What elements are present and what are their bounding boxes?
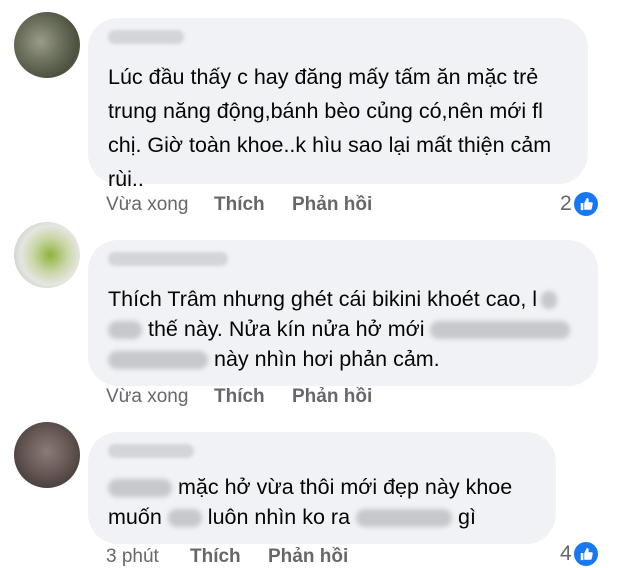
like-thumb-icon [573,542,598,566]
like-button[interactable]: Thích [214,194,265,216]
comment-text-segment: gì [458,505,476,529]
redacted-text [541,291,558,310]
comment-timestamp[interactable]: Vừa xong [106,386,188,408]
like-button[interactable]: Thích [214,386,265,408]
comment-author-name[interactable] [108,444,194,458]
comment-text-line: này nhìn hơi phản cảm. [108,344,440,374]
avatar[interactable] [14,422,80,488]
comment-text-segment: Thích Trâm nhưng ghét cái bikini khoét c… [108,287,538,311]
reaction-count[interactable]: 4 [560,542,598,566]
avatar[interactable] [14,12,80,78]
comment-text-line: mặc hở vừa thôi mới đẹp này khoe [108,472,512,502]
like-button[interactable]: Thích [190,546,241,568]
comment-text-segment: muốn [108,505,162,529]
redacted-text [430,321,571,340]
comment-text-line: Lúc đầu thấy c hay đăng mấy tấm ăn mặc t… [108,65,539,89]
redacted-text [108,321,142,340]
comment-bubble: Thích Trâm nhưng ghét cái bikini khoét c… [88,240,598,386]
comment-text-segment: thế này. Nửa kín nửa hở mới [148,317,425,341]
comment-text-segment: này nhìn hơi phản cảm. [214,347,440,371]
comment-text-line: rùi.. [108,167,144,191]
comment-text-line: trung năng động,bánh bèo củng có,nên mới… [108,99,543,123]
comment-text-segment: luôn nhìn ko ra [207,505,351,529]
comment-text-line: Thích Trâm nhưng ghét cái bikini khoét c… [108,284,558,314]
reaction-count-number: 2 [560,192,572,215]
reply-button[interactable]: Phản hồi [292,386,372,408]
comment-author-name[interactable] [108,252,228,266]
like-thumb-icon [573,192,598,216]
avatar[interactable] [14,222,80,288]
comment-text-line: muốn luôn nhìn ko ra gì [108,502,476,532]
comment-author-name[interactable] [108,30,184,44]
comment-text-line: chị. Giờ toàn khoe..k hìu sao lại mất th… [108,133,552,157]
comment-bubble: Lúc đầu thấy c hay đăng mấy tấm ăn mặc t… [88,18,588,191]
comment-timestamp[interactable]: Vừa xong [106,194,188,216]
redacted-text [108,479,172,498]
reply-button[interactable]: Phản hồi [292,194,372,216]
reply-button[interactable]: Phản hồi [268,546,348,568]
reaction-count[interactable]: 2 [560,192,598,216]
comment-timestamp[interactable]: 3 phút [106,546,159,568]
comment-text-line: thế này. Nửa kín nửa hở mới [108,314,571,344]
comment-bubble: mặc hở vừa thôi mới đẹp này khoe muốn luô… [88,432,556,544]
redacted-text [167,509,202,528]
comment-text-segment: mặc hở vừa thôi mới đẹp này khoe [178,475,513,499]
redacted-text [356,509,453,528]
reaction-count-number: 4 [560,542,572,565]
redacted-text [108,351,208,370]
